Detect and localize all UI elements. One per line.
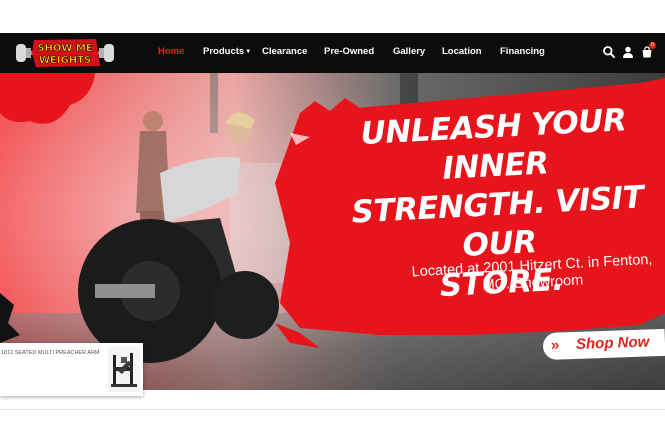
nav-financing-label: Financing: [500, 46, 545, 57]
nav-pre-owned-label: Pre-Owned: [324, 46, 375, 57]
nav-home[interactable]: Home: [158, 46, 184, 57]
popup-product-name: 1812 SEATED MULTI PREACHER ARM: [1, 350, 100, 356]
nav-pre-owned[interactable]: Pre-Owned: [324, 46, 374, 57]
user-icon[interactable]: [621, 45, 635, 59]
logo-line2: WEIGHTS: [39, 55, 91, 66]
shop-now-label: Shop Now: [575, 333, 650, 353]
nav-location-label: Location: [442, 46, 482, 57]
recent-product-popup[interactable]: 1812 SEATED MULTI PREACHER ARM: [0, 343, 143, 396]
nav-financing[interactable]: Financing: [500, 46, 545, 57]
section-divider: [0, 409, 665, 410]
chevron-down-icon: ▼: [245, 49, 252, 55]
nav-gallery[interactable]: Gallery: [393, 46, 425, 57]
main-navbar: SHOW ME WEIGHTS Home Products▼ Clearance…: [0, 33, 665, 73]
logo-line1: SHOW ME: [37, 43, 93, 54]
product-thumbnail[interactable]: [108, 347, 140, 392]
show-me-weights-logo[interactable]: SHOW ME WEIGHTS: [14, 38, 116, 68]
top-whitespace: [0, 0, 665, 33]
nav-location[interactable]: Location: [442, 46, 482, 57]
nav-products[interactable]: Products▼: [203, 46, 251, 57]
cart-count-badge: 0: [649, 42, 656, 49]
nav-products-label: Products: [203, 46, 245, 57]
double-chevron-right-icon: »: [550, 336, 560, 354]
search-icon[interactable]: [602, 45, 616, 59]
nav-gallery-label: Gallery: [393, 46, 426, 57]
nav-home-label: Home: [158, 46, 185, 57]
nav-clearance[interactable]: Clearance: [262, 46, 307, 57]
nav-clearance-label: Clearance: [262, 46, 308, 57]
shop-now-button[interactable]: » Shop Now: [542, 328, 665, 361]
